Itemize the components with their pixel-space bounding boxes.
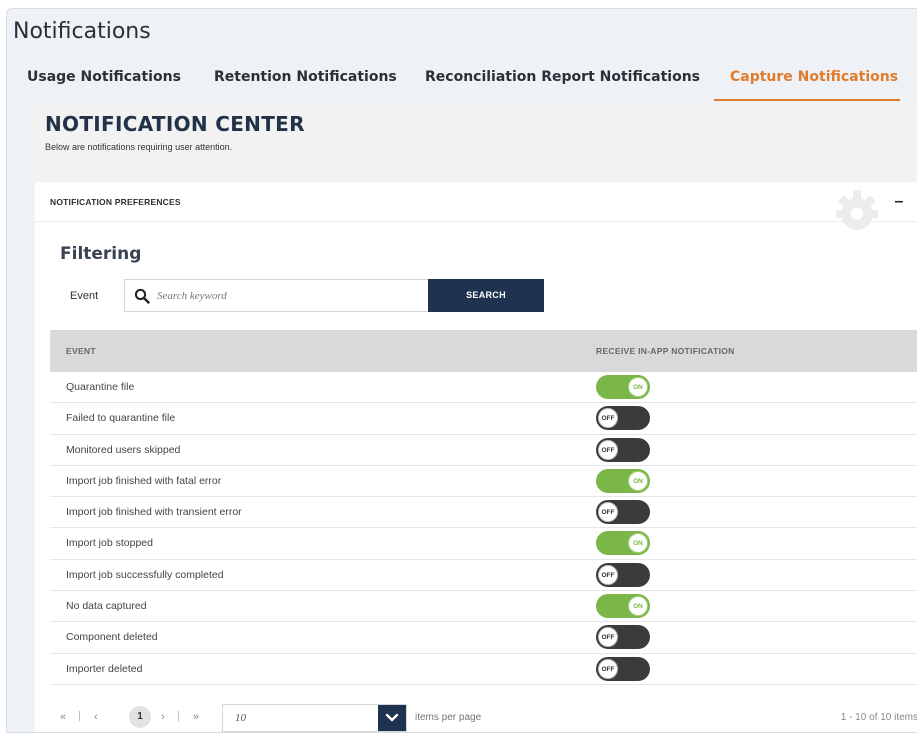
event-name: Failed to quarantine file [66, 412, 176, 425]
event-name: Component deleted [66, 631, 158, 644]
pager-divider: | [177, 710, 180, 722]
event-name: Monitored users skipped [66, 443, 181, 456]
search-button[interactable]: SEARCH [428, 279, 544, 312]
table-row: No data captured ON [50, 591, 917, 623]
notification-toggle[interactable]: ON [596, 531, 650, 556]
tab-retention-notifications[interactable]: Retention Notifications [214, 67, 397, 101]
table-row: Quarantine file ON [50, 372, 917, 404]
toggle-state-label: ON [628, 596, 648, 617]
event-name: Importer deleted [66, 662, 143, 675]
column-header-event: EVENT [66, 346, 96, 356]
table-row: Failed to quarantine file OFF [50, 403, 917, 435]
collapse-button[interactable]: – [890, 194, 908, 212]
panel-header: NOTIFICATION PREFERENCES – [35, 182, 917, 230]
notification-center-subtitle: Below are notifications requiring user a… [45, 142, 233, 152]
notification-toggle[interactable]: OFF [596, 500, 650, 525]
filtering-heading: Filtering [60, 244, 142, 264]
panel-title: NOTIFICATION PREFERENCES [50, 197, 181, 207]
items-per-page-label: items per page [415, 712, 482, 723]
notification-toggle[interactable]: ON [596, 468, 650, 493]
notification-toggle[interactable]: OFF [596, 656, 650, 681]
page-title: Notifications [13, 19, 151, 44]
toggle-state-label: OFF [598, 564, 618, 585]
toggle-state-label: ON [628, 533, 648, 554]
tab-bar: Usage Notifications Retention Notificati… [7, 67, 917, 101]
toggle-state-label: ON [628, 377, 648, 397]
search-input[interactable] [157, 280, 422, 311]
table-row: Import job successfully completed OFF [50, 559, 917, 592]
search-icon [134, 288, 150, 304]
notification-toggle[interactable]: ON [596, 375, 650, 399]
toggle-state-label: OFF [598, 627, 618, 648]
table-row: Monitored users skipped OFF [50, 434, 917, 466]
items-per-page-value: 10 [235, 712, 246, 724]
toggle-state-label: OFF [598, 408, 618, 429]
notifications-window: Notifications Usage Notifications Retent… [6, 8, 917, 733]
event-name: No data captured [66, 600, 147, 613]
event-name: Import job finished with fatal error [66, 474, 222, 487]
notification-toggle[interactable]: OFF [596, 562, 650, 587]
table-row: Importer deleted OFF [50, 653, 917, 685]
current-page-button[interactable]: 1 [129, 706, 151, 728]
items-per-page-select[interactable]: 10 [222, 704, 407, 732]
toggle-state-label: ON [628, 470, 648, 491]
last-page-button[interactable]: » [193, 711, 199, 723]
event-name: Import job finished with transient error [66, 506, 242, 519]
prev-page-button[interactable]: ‹ [94, 711, 98, 723]
table-row: Import job stopped ON [50, 528, 917, 560]
event-name: Import job successfully completed [66, 568, 224, 581]
toggle-state-label: OFF [598, 502, 618, 523]
notification-center-title: NOTIFICATION CENTER [45, 112, 305, 136]
notification-table: EVENT RECEIVE IN-APP NOTIFICATION Quaran… [50, 330, 917, 685]
event-name: Quarantine file [66, 381, 135, 393]
column-header-receive-in-app: RECEIVE IN-APP NOTIFICATION [596, 346, 735, 356]
chevron-down-icon [385, 713, 399, 722]
first-page-button[interactable]: « [60, 711, 66, 723]
notification-preferences-panel: NOTIFICATION PREFERENCES – Filtering Eve… [35, 182, 917, 732]
table-header: EVENT RECEIVE IN-APP NOTIFICATION [50, 330, 917, 372]
notification-toggle[interactable]: OFF [596, 437, 650, 462]
notification-center: NOTIFICATION CENTER Below are notificati… [33, 102, 917, 732]
dropdown-toggle[interactable] [378, 705, 406, 731]
toggle-state-label: OFF [598, 439, 618, 460]
gear-icon [836, 190, 878, 230]
search-box [124, 279, 429, 312]
event-name: Import job stopped [66, 537, 153, 550]
tab-usage-notifications[interactable]: Usage Notifications [27, 67, 181, 101]
pager-divider: | [78, 710, 81, 722]
notification-toggle[interactable]: ON [596, 594, 650, 619]
notification-toggle[interactable]: OFF [596, 625, 650, 650]
pagination: « | ‹ 1 › | » 10 items per page 1 - 10 o… [50, 702, 917, 732]
toggle-state-label: OFF [598, 658, 618, 679]
event-filter-label: Event [70, 290, 99, 302]
table-row: Component deleted OFF [50, 622, 917, 654]
notification-toggle[interactable]: OFF [596, 406, 650, 431]
table-body: Quarantine file ON Failed to quarantine fi… [50, 372, 917, 685]
tab-capture-notifications[interactable]: Capture Notifications [714, 67, 900, 101]
next-page-button[interactable]: › [161, 711, 165, 723]
table-row: Import job finished with fatal error ON [50, 465, 917, 498]
tab-reconciliation-report-notifications[interactable]: Reconciliation Report Notifications [425, 67, 700, 101]
table-row: Import job finished with transient error… [50, 497, 917, 529]
pagination-info: 1 - 10 of 10 items [840, 712, 917, 723]
